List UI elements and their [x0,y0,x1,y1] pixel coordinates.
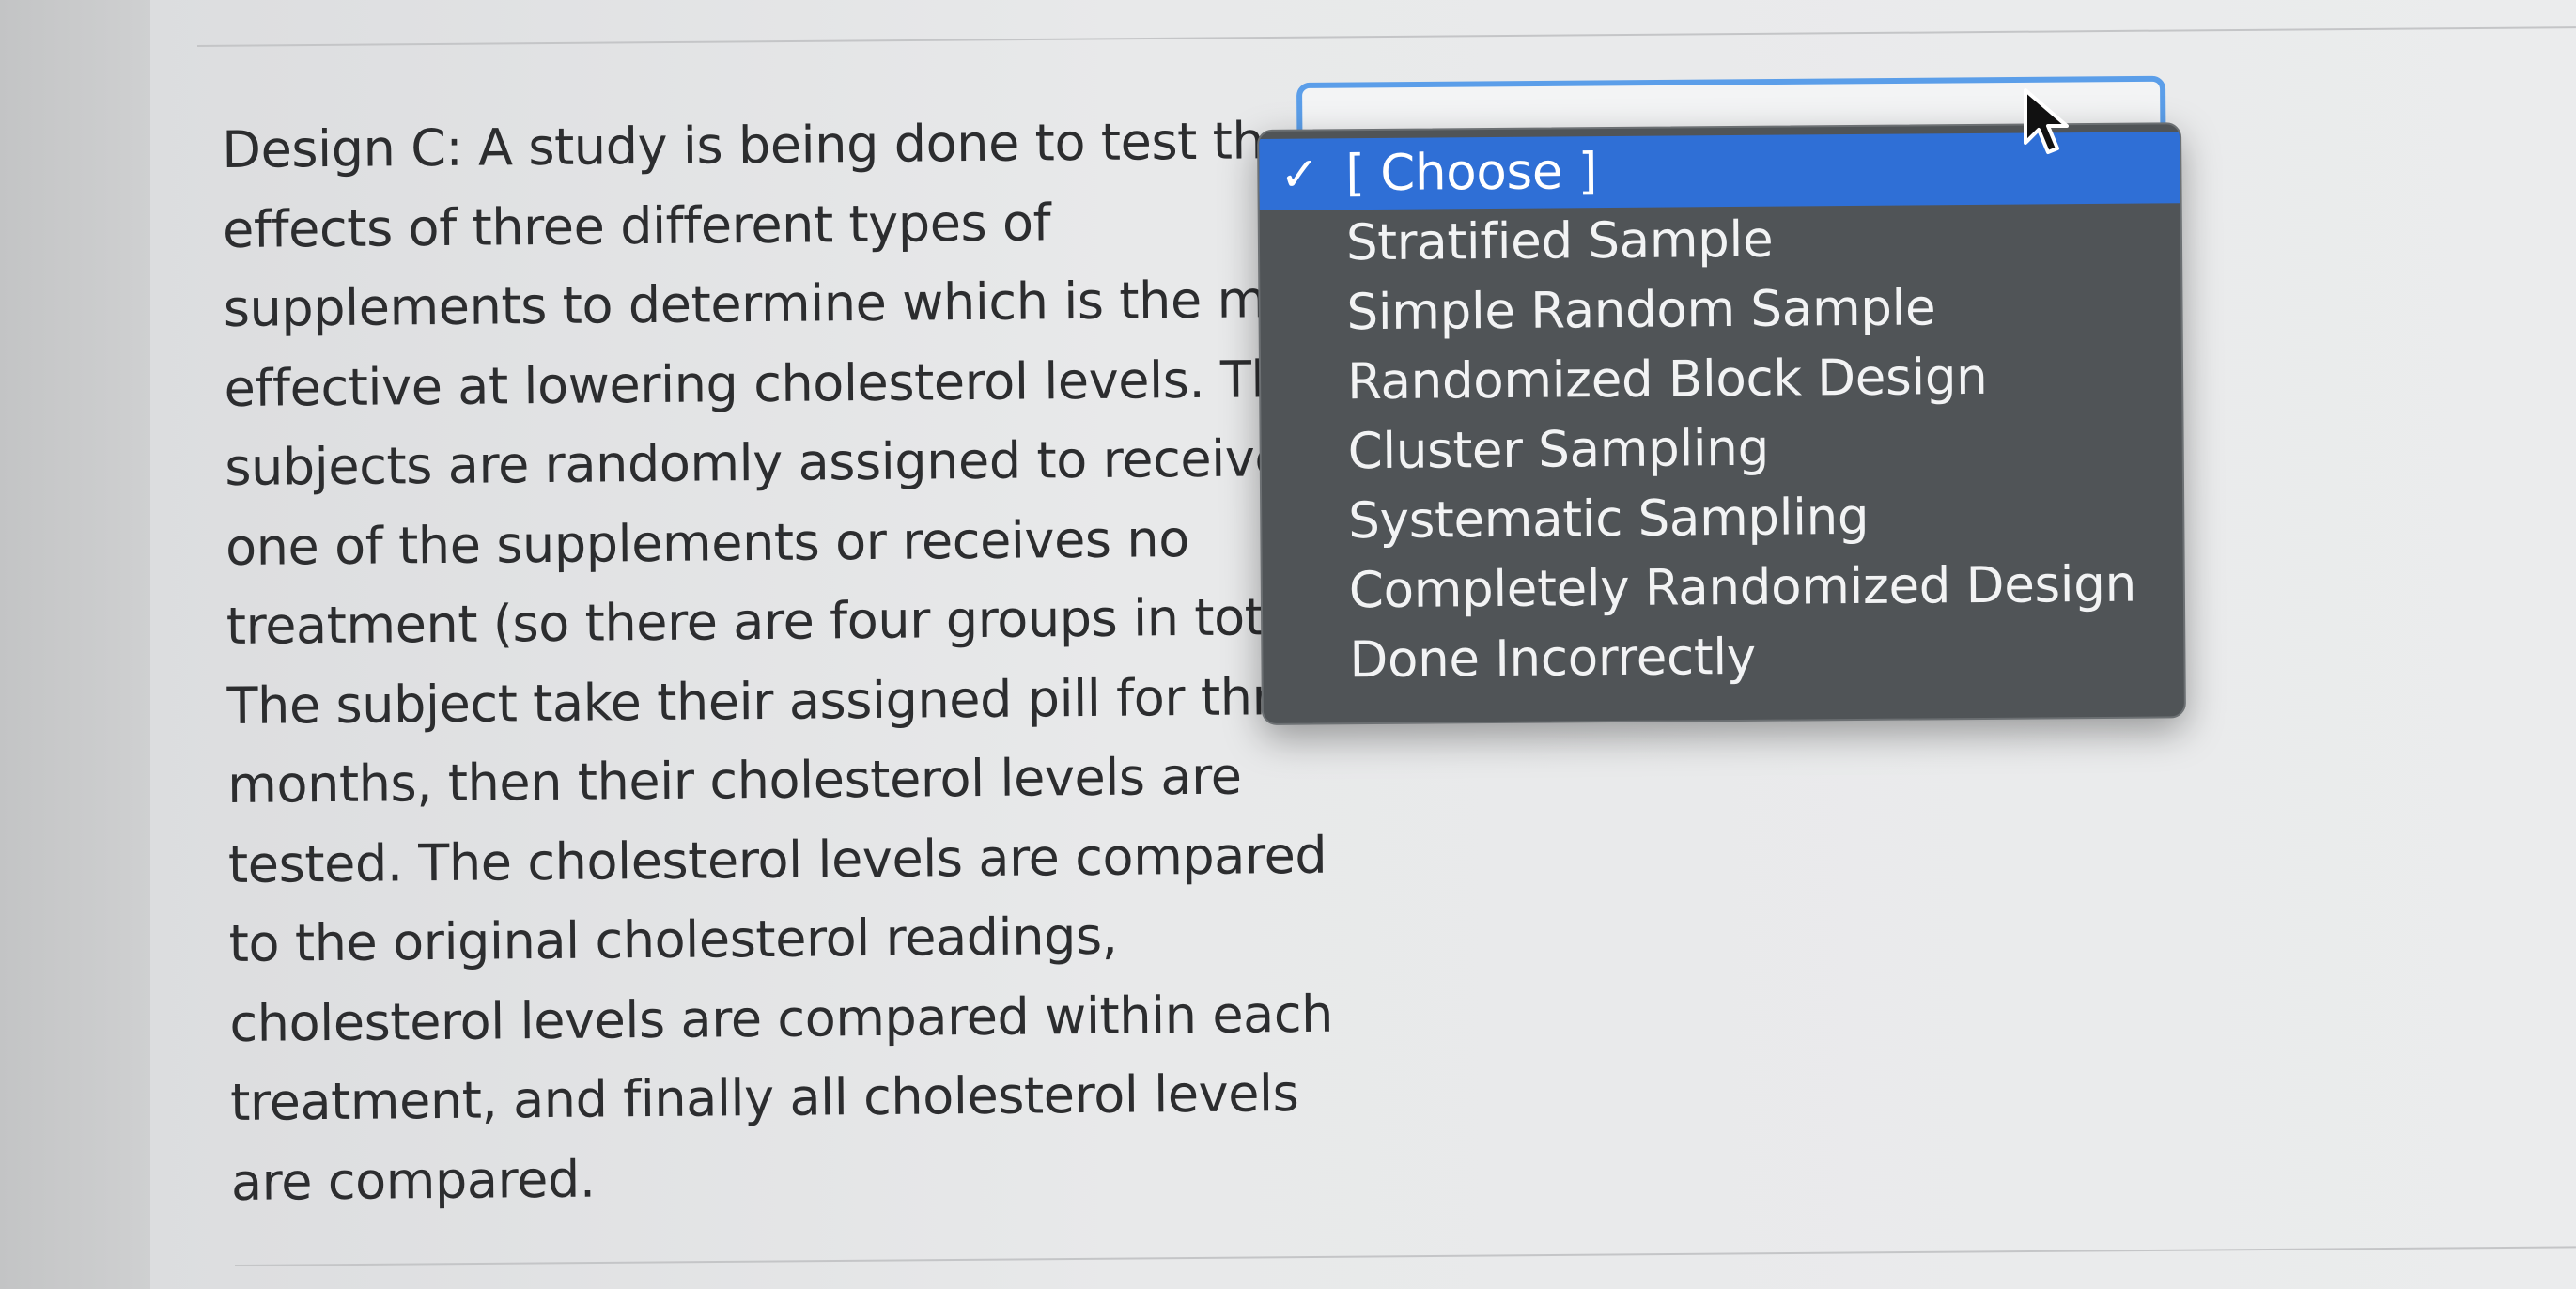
option-label: Simple Random Sample [1346,279,1936,342]
dropdown-option-systematic-sampling[interactable]: Systematic Sampling [1262,479,2183,558]
dropdown-option-done-incorrectly[interactable]: Done Incorrectly [1263,618,2184,697]
question-line: effective at lowering cholesterol levels… [224,349,1314,418]
option-label: Stratified Sample [1345,210,1774,272]
question-line: supplements to determine which is the mo [223,270,1297,338]
dropdown-option-simple-random-sample[interactable]: Simple Random Sample [1260,271,2181,349]
question-line: Design C: A study is being done to test … [222,111,1296,179]
question-line: effects of three different types of [222,192,1051,259]
question-line: The subject take their assigned pill for… [226,666,1303,736]
question-line: cholesterol levels are compared within e… [229,984,1334,1053]
question-line: one of the supplements or receives no [225,508,1190,577]
dropdown-option-cluster-sampling[interactable]: Cluster Sampling [1261,410,2182,489]
dropdown-option-randomized-block-design[interactable]: Randomized Block Design [1261,340,2182,419]
option-label: Completely Randomized Design [1348,555,2137,620]
question-line: treatment, and finally all cholesterol l… [229,1064,1299,1132]
screen-background: Design C: A study is being done to test … [0,0,2576,1289]
dropdown-menu: ✓ [ Choose ] Stratified Sample Simple Ra… [1257,122,2186,725]
question-line: to the original cholesterol readings, [228,906,1118,973]
left-bezel [0,0,150,1289]
arrow-pointer-icon [2024,88,2069,154]
question-line: are compared. [230,1149,596,1212]
option-label: [ Choose ] [1345,143,1598,203]
dropdown-option-stratified-sample[interactable]: Stratified Sample [1260,201,2181,280]
dropdown-option-completely-randomized-design[interactable]: Completely Randomized Design [1263,549,2184,628]
question-line: treatment (so there are four groups in t… [225,586,1310,656]
option-label: Cluster Sampling [1347,419,1770,481]
option-label: Randomized Block Design [1346,348,1988,412]
question-line: months, then their cholesterol levels ar… [226,746,1242,815]
checkmark-icon: ✓ [1280,147,1320,202]
question-line: subjects are randomly assigned to receiv… [225,428,1286,497]
option-label: Done Incorrectly [1349,628,1757,690]
question-line: tested. The cholesterol levels are compa… [227,825,1327,894]
question-text: Design C: A study is being done to test … [222,101,1334,1222]
option-label: Systematic Sampling [1348,488,1870,551]
